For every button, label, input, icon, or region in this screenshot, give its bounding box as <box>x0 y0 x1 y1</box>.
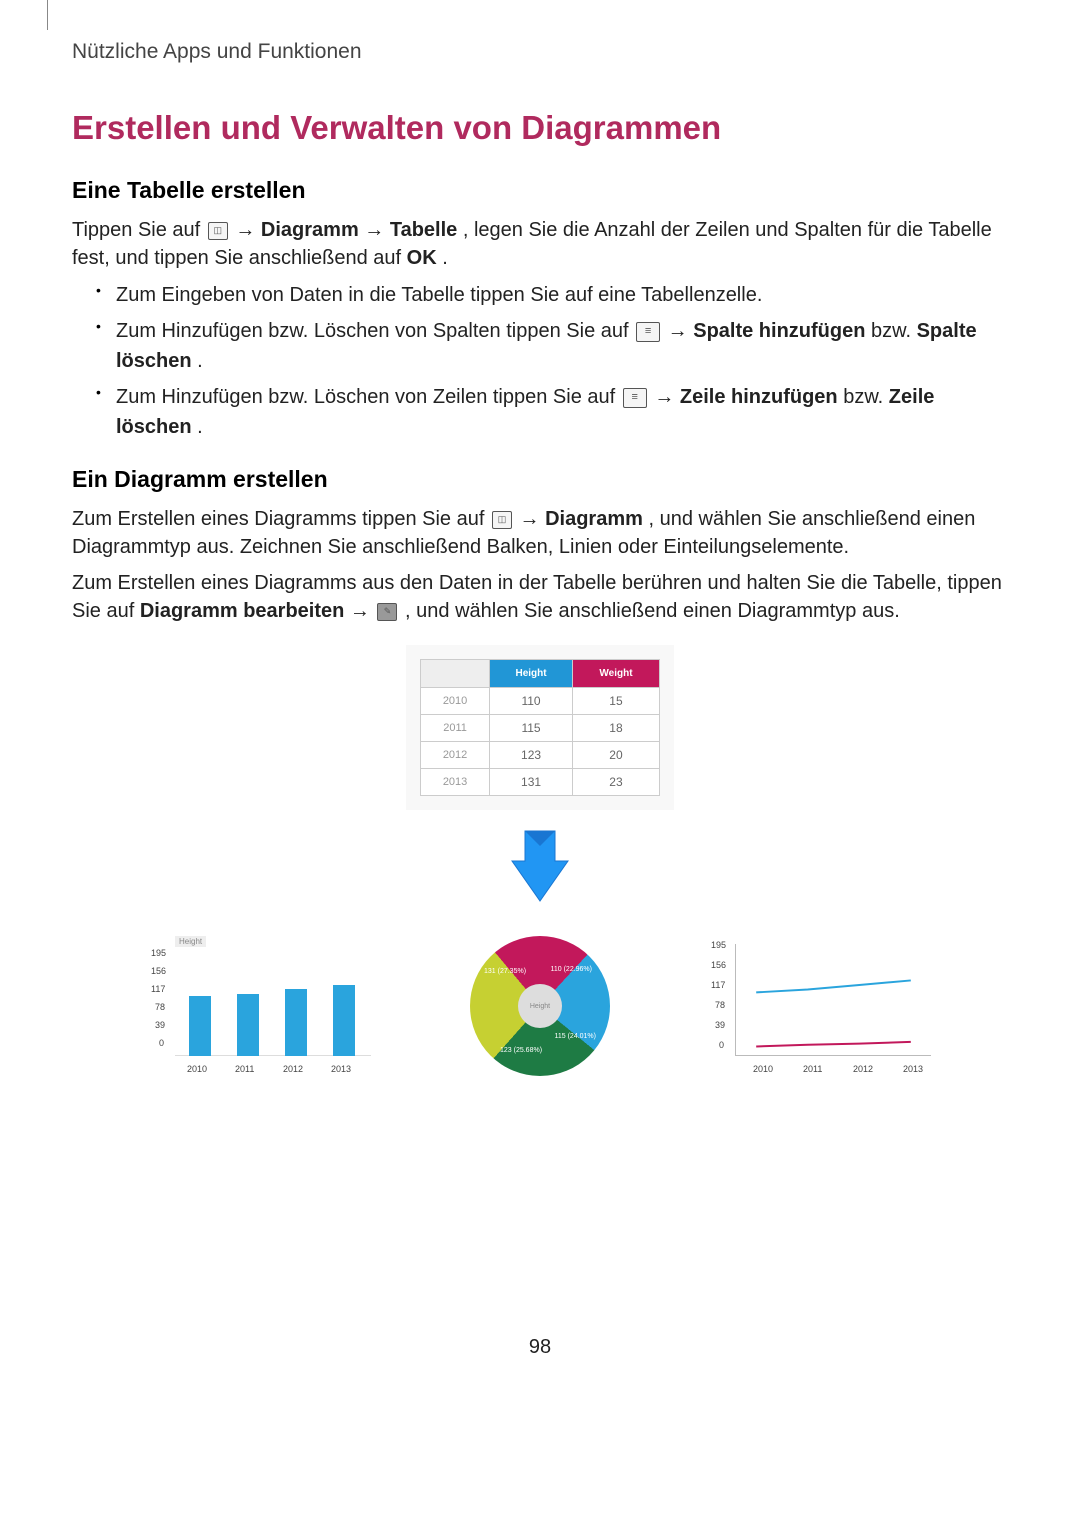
section-title-table: Eine Tabelle erstellen <box>72 177 1008 204</box>
line-chart-svg <box>736 944 931 1055</box>
table-cell: 2012 <box>421 742 490 769</box>
paragraph: Zum Erstellen eines Diagramms aus den Da… <box>72 569 1008 625</box>
list-item: Zum Hinzufügen bzw. Löschen von Zeilen t… <box>96 382 1008 442</box>
list-item: Zum Eingeben von Daten in die Tabelle ti… <box>96 280 1008 310</box>
table-cell: 2010 <box>421 688 490 715</box>
edit-icon: ✎ <box>377 603 397 621</box>
list-item: Zum Hinzufügen bzw. Löschen von Spalten … <box>96 316 1008 376</box>
table-cell: 15 <box>572 688 659 715</box>
down-arrow-icon <box>510 826 570 906</box>
line-chart: 195 156 117 78 39 0 2010 2011 2012 2013 <box>705 936 935 1076</box>
bar-chart: Height 195 156 117 78 39 0 2010 2011 201… <box>145 936 375 1076</box>
bar <box>333 985 355 1056</box>
table-header-cell <box>421 660 490 688</box>
table-header-cell: Height <box>490 660 573 688</box>
table-cell: 2011 <box>421 715 490 742</box>
bar <box>237 994 259 1057</box>
table-cell: 2013 <box>421 769 490 796</box>
chart-legend: Height <box>175 936 206 947</box>
bar <box>285 989 307 1056</box>
breadcrumb: Nützliche Apps und Funktionen <box>72 40 1008 64</box>
menu-icon: ≡ <box>623 388 647 408</box>
chart-menu-icon: ◫ <box>208 222 228 240</box>
section-title-diagram: Ein Diagramm erstellen <box>72 466 1008 493</box>
page-number: 98 <box>72 1336 1008 1359</box>
table-header-cell: Weight <box>572 660 659 688</box>
table-cell: 115 <box>490 715 573 742</box>
table-cell: 20 <box>572 742 659 769</box>
example-table: Height Weight 2010 110 15 2011 115 18 20… <box>406 645 674 810</box>
bar <box>189 996 211 1056</box>
table-cell: 23 <box>572 769 659 796</box>
chart-menu-icon: ◫ <box>492 511 512 529</box>
paragraph: Zum Erstellen eines Diagramms tippen Sie… <box>72 505 1008 561</box>
table-cell: 18 <box>572 715 659 742</box>
paragraph: Tippen Sie auf ◫ → Diagramm → Tabelle , … <box>72 216 1008 272</box>
page-title: Erstellen und Verwalten von Diagrammen <box>72 109 1008 147</box>
pie-center-label: Height <box>518 984 562 1028</box>
bullet-list: Zum Eingeben von Daten in die Tabelle ti… <box>96 280 1008 442</box>
menu-icon: ≡ <box>636 322 660 342</box>
pie-chart: Height 110 (22.96%) 115 (24.01%) 123 (25… <box>425 936 655 1076</box>
table-cell: 110 <box>490 688 573 715</box>
table-cell: 131 <box>490 769 573 796</box>
table-cell: 123 <box>490 742 573 769</box>
